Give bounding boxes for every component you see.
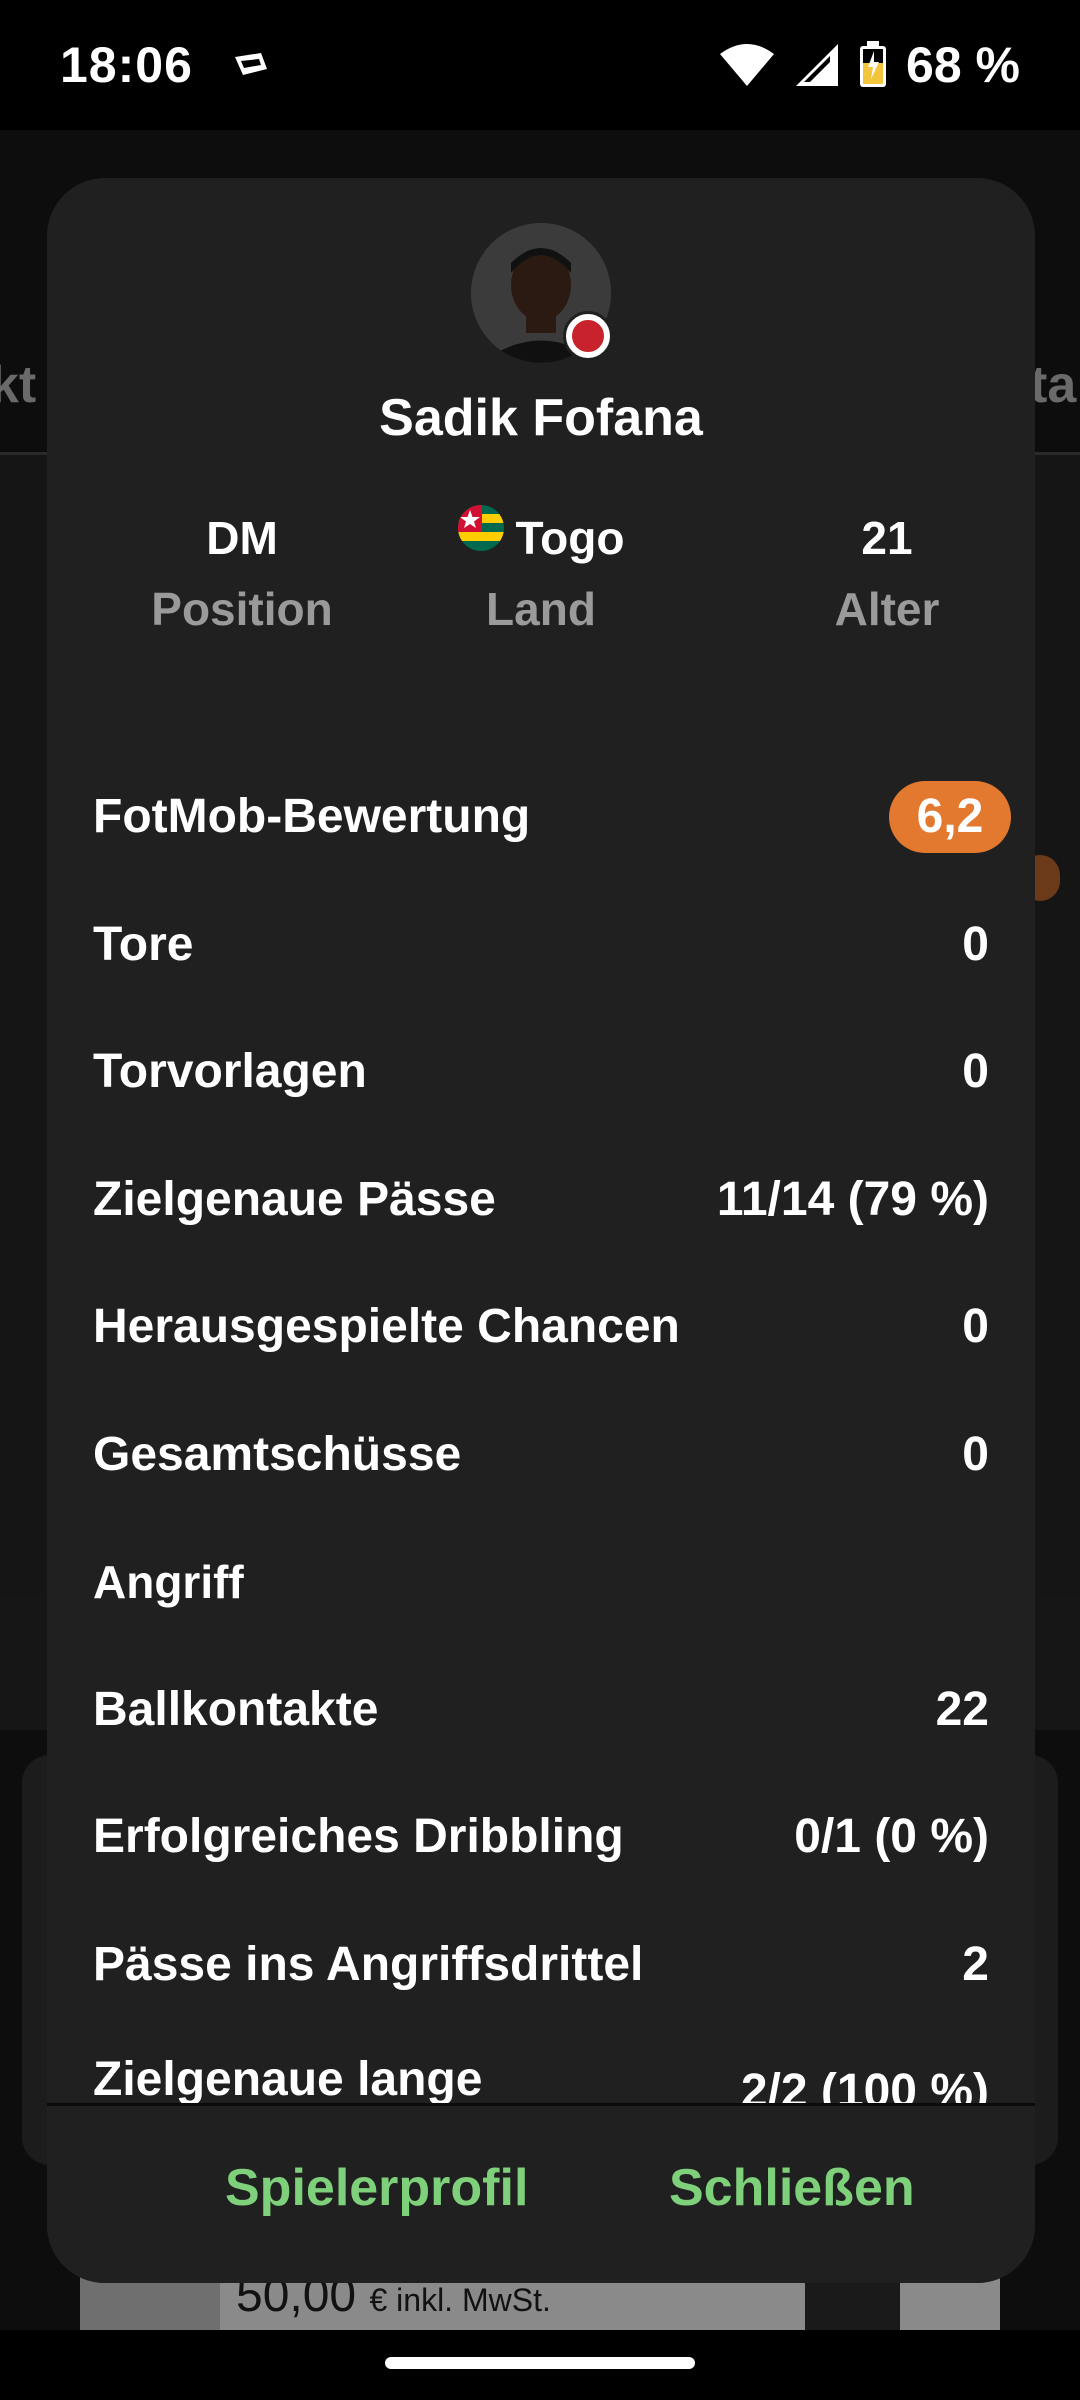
stat-value: 0: [962, 1427, 989, 1481]
info-position-value: DM: [206, 512, 278, 564]
stat-row: Herausgespielte Chancen 0: [93, 1263, 989, 1391]
stat-value: 11/14 (79 %): [716, 1172, 989, 1226]
info-age-value: 21: [861, 512, 913, 564]
stats-list: FotMob-Bewertung 6,2 Tore 0 Torvorlagen …: [93, 753, 1011, 2157]
stat-label: Herausgespielte Chancen: [93, 1300, 680, 1354]
section-header-attack: Angriff: [93, 1518, 989, 1646]
status-time: 18:06: [60, 37, 193, 93]
player-stats-dialog: Sadik Fofana DM Position Togo Land 21 Al…: [47, 178, 1035, 2283]
player-name: Sadik Fofana: [379, 389, 703, 447]
stat-value: 0: [962, 1300, 989, 1354]
stat-label: Pässe ins Angriffsdrittel: [93, 1937, 644, 1991]
close-button[interactable]: Schließen: [669, 2158, 915, 2218]
player-profile-button[interactable]: Spielerprofil: [225, 2158, 528, 2218]
stat-row: Gesamtschüsse 0: [93, 1391, 989, 1519]
status-icons: 68 %: [718, 36, 1020, 94]
stat-value: 0/1 (0 %): [794, 1810, 989, 1864]
info-age: 21 Alter: [737, 508, 1035, 636]
screen: kt ta 50,00 € inkl. MwSt. 18:06 68 % Sad…: [0, 0, 1080, 2400]
status-bar: 18:06 68 %: [0, 0, 1080, 130]
stat-value: 0: [962, 1045, 989, 1099]
signal-icon: [796, 44, 839, 86]
stat-label: Torvorlagen: [93, 1045, 367, 1099]
stat-row-rating: FotMob-Bewertung 6,2: [93, 753, 1011, 881]
stat-row: Zielgenaue Pässe 11/14 (79 %): [93, 1136, 989, 1264]
player-info-row: DM Position Togo Land 21 Alter: [47, 505, 1035, 648]
stat-value: 22: [935, 1682, 989, 1736]
info-country-value-wrap: Togo: [391, 505, 691, 568]
stat-row: Torvorlagen 0: [93, 1008, 989, 1136]
stat-row: Tore 0: [93, 881, 989, 1009]
stat-row: Ballkontakte 22: [93, 1646, 989, 1774]
background-tab-right: ta: [1030, 356, 1077, 414]
stat-label: FotMob-Bewertung: [93, 790, 531, 844]
info-country-label: Land: [486, 583, 596, 635]
togo-flag-icon: [457, 505, 504, 551]
battery-charging-icon: [860, 41, 887, 87]
stat-label: Tore: [93, 917, 194, 971]
info-age-label: Alter: [834, 583, 940, 635]
team-crest-icon: [563, 311, 613, 361]
stat-row: Erfolgreiches Dribbling 0/1 (0 %): [93, 1773, 989, 1901]
stat-value: 0: [962, 917, 989, 971]
dialog-footer: Spielerprofil Schließen: [47, 2103, 1035, 2283]
wifi-icon: [720, 44, 775, 86]
stat-label: Gesamtschüsse: [93, 1427, 462, 1481]
info-country-value: Togo: [515, 512, 625, 564]
message-icon: [234, 53, 267, 75]
stat-row: Pässe ins Angriffsdrittel 2: [93, 1901, 989, 2029]
info-country: Togo Land: [391, 505, 691, 636]
stat-label: Erfolgreiches Dribbling: [93, 1810, 624, 1864]
stat-label: Ballkontakte: [93, 1682, 379, 1736]
info-position: DM Position: [92, 508, 392, 636]
rating-badge: 6,2: [889, 780, 1011, 853]
background-tab-left: kt: [0, 356, 37, 414]
battery-percentage: 68 %: [906, 37, 1020, 93]
team-crest-inner: [569, 317, 607, 355]
info-position-label: Position: [151, 583, 333, 635]
stat-label: Zielgenaue Pässe: [93, 1172, 496, 1226]
section-title: Angriff: [93, 1555, 244, 1608]
ad-price-suffix: € inkl. MwSt.: [369, 2282, 551, 2318]
stat-value: 2: [962, 1937, 989, 1991]
home-gesture-handle[interactable]: [385, 2357, 695, 2369]
